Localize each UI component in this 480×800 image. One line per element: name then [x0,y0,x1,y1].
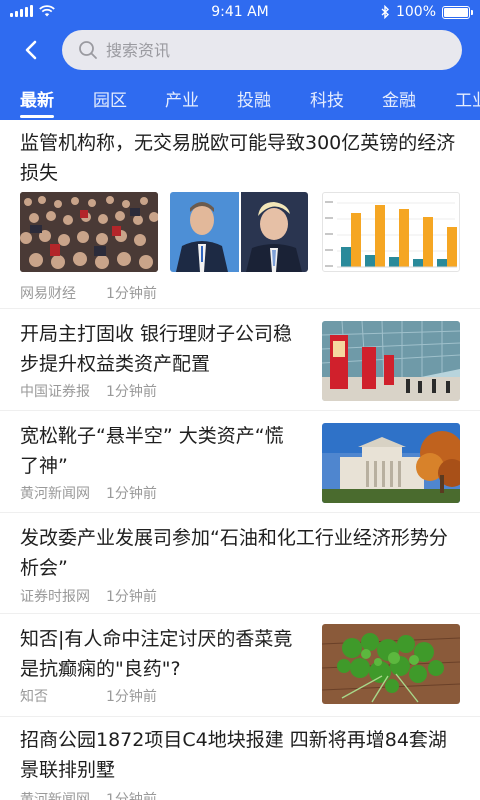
search-icon [79,41,97,59]
news-source: 黄河新闻网 [20,486,90,502]
crowd-photo [20,192,158,272]
news-item[interactable]: 监管机构称，无交易脱欧可能导致300亿英镑的经济损失 网易财经 1分钟前 [0,120,480,308]
news-source: 网易财经 [20,286,76,302]
news-source: 知否 [20,689,48,705]
tab-manufacturing[interactable]: 工业 [455,86,480,111]
tab-finance[interactable]: 金融 [382,86,416,111]
news-meta: 证券时报网 1分钟前 [20,586,260,606]
news-title: 监管机构称，无交易脱欧可能导致300亿英镑的经济损失 [20,132,456,184]
status-right: 100% [381,4,473,20]
news-source: 黄河新闻网 [20,792,90,800]
news-meta: 黄河新闻网 1分钟前 [20,483,260,503]
news-meta: 中国证券报 1分钟前 [20,381,260,401]
news-time: 1分钟前 [106,486,157,502]
news-item[interactable]: 招商公园1872项目C4地块报建 四新将再增84套湖景联排别墅 黄河新闻网 1分… [0,717,480,800]
politicians-photo [170,192,308,272]
news-title: 发改委产业发展司参加“石油和化工行业经济形势分析会” [20,527,448,579]
news-time: 1分钟前 [106,589,157,605]
status-bar: 9:41 AM 100% [0,0,480,26]
news-time: 1分钟前 [106,384,157,400]
news-time: 1分钟前 [106,689,157,705]
coriander-photo [322,624,460,704]
search-input[interactable] [106,40,426,60]
news-item[interactable]: 发改委产业发展司参加“石油和化工行业经济形势分析会” 证券时报网 1分钟前 [0,513,480,613]
tab-latest[interactable]: 最新 [20,86,54,118]
battery-level [444,7,468,17]
news-time: 1分钟前 [106,286,157,302]
news-title: 宽松靴子“悬半空” 大类资产“慌了神” [20,425,284,477]
news-title: 开局主打固收 银行理财子公司稳步提升权益类资产配置 [20,323,293,375]
news-meta: 知否 1分钟前 [20,686,260,706]
tab-investment[interactable]: 投融 [237,86,271,111]
news-item[interactable]: 宽松靴子“悬半空” 大类资产“慌了神” 黄河新闻网 1分钟前 [0,411,480,511]
back-arrow-icon[interactable] [18,36,46,64]
news-feed: 监管机构称，无交易脱欧可能导致300亿英镑的经济损失 网易财经 1分钟前 开局主… [0,120,480,800]
search-bar[interactable] [62,30,462,70]
news-title: 知否|有人命中注定讨厌的香菜竟是抗癫痫的"良药"? [20,628,293,680]
news-meta: 网易财经 1分钟前 [20,283,260,303]
battery-percent: 100% [395,4,436,20]
tab-park[interactable]: 园区 [93,86,127,111]
category-tabs: 最新 园区 产业 投融 科技 金融 工业 [0,80,480,120]
battery-icon [442,5,473,19]
news-item[interactable]: 知否|有人命中注定讨厌的香菜竟是抗癫痫的"良药"? 知否 1分钟前 [0,614,480,714]
nav-row [0,30,480,70]
news-source: 证券时报网 [20,589,90,605]
app-header: 9:41 AM 100% 最新 园区 产业 投融 科技 金融 工业 [0,0,480,120]
news-source: 中国证券报 [20,384,90,400]
news-meta: 黄河新闻网 1分钟前 [20,789,260,800]
tab-technology[interactable]: 科技 [310,86,344,111]
tab-industry[interactable]: 产业 [165,86,199,111]
news-item[interactable]: 开局主打固收 银行理财子公司稳步提升权益类资产配置 中国证券报 1分钟前 [0,309,480,409]
bank-building-photo [322,321,460,401]
bar-chart-image [322,192,460,272]
bluetooth-icon [381,5,389,19]
news-time: 1分钟前 [106,792,157,800]
federal-building-photo [322,423,460,503]
news-title: 招商公园1872项目C4地块报建 四新将再增84套湖景联排别墅 [20,729,447,781]
